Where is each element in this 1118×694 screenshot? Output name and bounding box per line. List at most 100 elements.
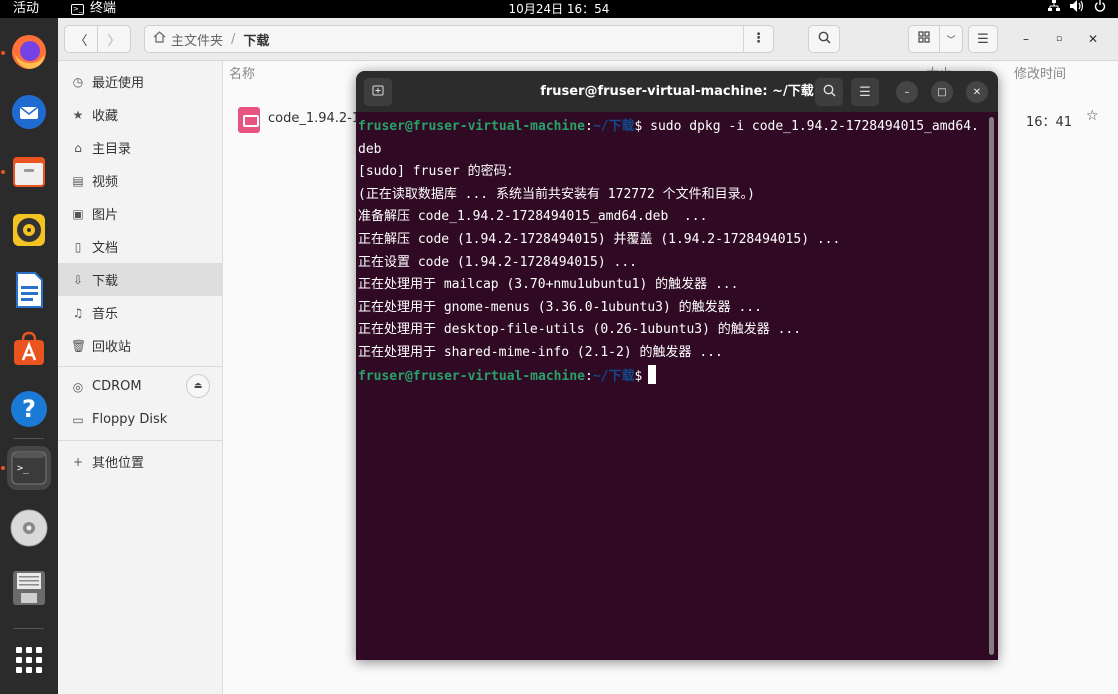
terminal-scrollbar[interactable] <box>989 117 994 655</box>
sidebar: ◷ 最近使用 ★ 收藏 ⌂ 主目录 ▤ 视频 ▣ 图片 ▯ 文档 ⇩ 下载 ♫ 音乐 🗑 回收站 … <box>58 61 223 694</box>
download-icon: ⇩ <box>72 272 84 287</box>
path-bar[interactable]: 主文件夹 / 下载 ⋮ <box>144 25 774 53</box>
sidebar-item-home[interactable]: ⌂ 主目录 <box>58 131 223 164</box>
dock-separator <box>14 438 44 439</box>
app-center-icon[interactable] <box>7 327 51 371</box>
search-icon <box>818 31 831 48</box>
sidebar-item-label: 图片 <box>92 208 119 223</box>
music-icon: ♫ <box>72 305 84 320</box>
star-icon: ★ <box>72 107 84 122</box>
close-button[interactable]: ✕ <box>1084 30 1102 48</box>
clock-icon: ◷ <box>72 74 84 89</box>
show-apps-icon[interactable] <box>7 638 51 682</box>
firefox-icon[interactable] <box>7 30 51 74</box>
text-cursor <box>648 364 657 384</box>
terminal-maximize-button[interactable]: □ <box>931 81 953 103</box>
floppy-icon: ▭ <box>72 412 84 427</box>
path-current[interactable]: 下载 <box>243 30 269 49</box>
running-indicator <box>1 466 5 470</box>
trash-icon: 🗑 <box>71 338 87 353</box>
help-icon[interactable]: ? <box>7 387 51 431</box>
sidebar-item-videos[interactable]: ▤ 视频 <box>58 164 223 197</box>
search-icon <box>823 84 836 101</box>
sidebar-item-recent[interactable]: ◷ 最近使用 <box>58 65 223 98</box>
eject-icon: ⏏ <box>193 381 203 391</box>
menu-button[interactable]: ☰ <box>968 25 998 53</box>
maximize-button[interactable]: ▫ <box>1050 30 1068 48</box>
dock-separator <box>14 628 44 629</box>
floppy-icon[interactable] <box>7 566 51 610</box>
search-button[interactable] <box>808 25 840 53</box>
column-header-name[interactable]: 名称 <box>229 63 255 82</box>
chevron-down-icon: ﹀ <box>946 35 956 46</box>
chevron-right-icon: 〉 <box>107 33 121 49</box>
sidebar-item-starred[interactable]: ★ 收藏 <box>58 98 223 131</box>
terminal-menu-button[interactable]: ☰ <box>851 78 879 106</box>
video-icon: ▤ <box>72 173 84 188</box>
prompt-user: fruser@fruser-virtual-machine <box>358 368 585 384</box>
top-bar: 活动 >_ 终端 10月24日 16：54 <box>0 0 1118 18</box>
terminal-close-button[interactable]: ✕ <box>966 81 988 103</box>
sidebar-item-label: 视频 <box>92 175 119 190</box>
sidebar-item-documents[interactable]: ▯ 文档 <box>58 230 223 263</box>
sidebar-item-label: Floppy Disk <box>92 412 168 427</box>
plus-icon: + <box>72 454 84 469</box>
libreoffice-writer-icon[interactable] <box>7 268 51 312</box>
output-line: 正在处理用于 shared-mime-info (2.1-2) 的触发器 ... <box>358 344 723 360</box>
running-indicator <box>1 51 5 55</box>
prompt-dollar: $ <box>634 368 643 384</box>
file-modified-time: 16：41 <box>1026 115 1073 130</box>
sidebar-item-other-locations[interactable]: + 其他位置 <box>58 445 223 478</box>
thunderbird-icon[interactable] <box>7 90 51 134</box>
forward-button[interactable]: 〉 <box>97 25 131 53</box>
prompt-colon: : <box>584 119 593 134</box>
sidebar-item-music[interactable]: ♫ 音乐 <box>58 296 223 329</box>
clock[interactable]: 10月24日 16：54 <box>0 0 1118 18</box>
sidebar-item-floppy[interactable]: ▭ Floppy Disk <box>58 403 223 436</box>
sidebar-item-trash[interactable]: 🗑 回收站 <box>58 329 223 362</box>
sidebar-item-label: 主目录 <box>92 142 132 157</box>
hamburger-icon: ☰ <box>977 31 989 47</box>
output-line: 正在处理用于 mailcap (3.70+nmu1ubuntu1) 的触发器 .… <box>358 277 739 293</box>
column-header-modified[interactable]: 修改时间 <box>1014 63 1066 82</box>
path-menu-button[interactable]: ⋮ <box>743 26 773 52</box>
terminal-search-button[interactable] <box>815 78 843 106</box>
prompt-path: ~/下载 <box>592 368 635 384</box>
sidebar-item-label: 下载 <box>92 274 119 289</box>
output-line: 正在处理用于 desktop-file-utils (0.26-1ubuntu3… <box>358 322 802 338</box>
system-tray[interactable] <box>1048 0 1106 18</box>
hamburger-icon: ☰ <box>859 84 871 100</box>
output-line: 正在设置 code (1.94.2-1728494015) ... <box>358 254 637 270</box>
home-icon <box>153 31 166 47</box>
sidebar-divider <box>58 440 223 441</box>
view-options-button[interactable]: ﹀ <box>939 25 963 53</box>
back-button[interactable]: 〈 <box>64 25 98 53</box>
files-icon[interactable] <box>7 149 51 193</box>
document-icon: ▯ <box>74 239 82 254</box>
close-icon: ✕ <box>972 86 982 98</box>
sidebar-divider <box>58 366 223 367</box>
volume-icon <box>1070 0 1084 18</box>
command-line: fruser@fruser-virtual-machine:~/下载$ sudo… <box>358 116 986 139</box>
sidebar-item-downloads[interactable]: ⇩ 下载 <box>58 263 223 296</box>
cdrom-icon[interactable] <box>7 506 51 550</box>
view-grid-button[interactable] <box>908 25 940 53</box>
terminal-icon[interactable]: >_ <box>7 446 51 490</box>
sidebar-item-label: 最近使用 <box>92 76 145 91</box>
sidebar-item-label: 回收站 <box>92 340 132 355</box>
star-toggle-icon[interactable]: ☆ <box>1086 108 1099 124</box>
terminal-minimize-button[interactable]: – <box>896 81 918 103</box>
terminal-output[interactable]: fruser@fruser-virtual-machine:~/下载$ sudo… <box>358 116 986 387</box>
chevron-left-icon: 〈 <box>74 33 88 49</box>
home-icon: ⌂ <box>74 140 82 155</box>
prompt-line: fruser@fruser-virtual-machine:~/下载$ <box>358 364 986 388</box>
minimize-button[interactable]: – <box>1017 30 1035 48</box>
running-indicator <box>1 170 5 174</box>
rhythmbox-icon[interactable] <box>7 208 51 252</box>
eject-button[interactable]: ⏏ <box>186 374 210 398</box>
picture-icon: ▣ <box>72 206 84 221</box>
sidebar-item-label: 文档 <box>92 241 119 256</box>
path-home[interactable]: 主文件夹 <box>171 30 223 49</box>
sidebar-item-pictures[interactable]: ▣ 图片 <box>58 197 223 230</box>
output-line: (正在读取数据库 ... 系统当前共安装有 172772 个文件和目录。) <box>358 186 755 202</box>
